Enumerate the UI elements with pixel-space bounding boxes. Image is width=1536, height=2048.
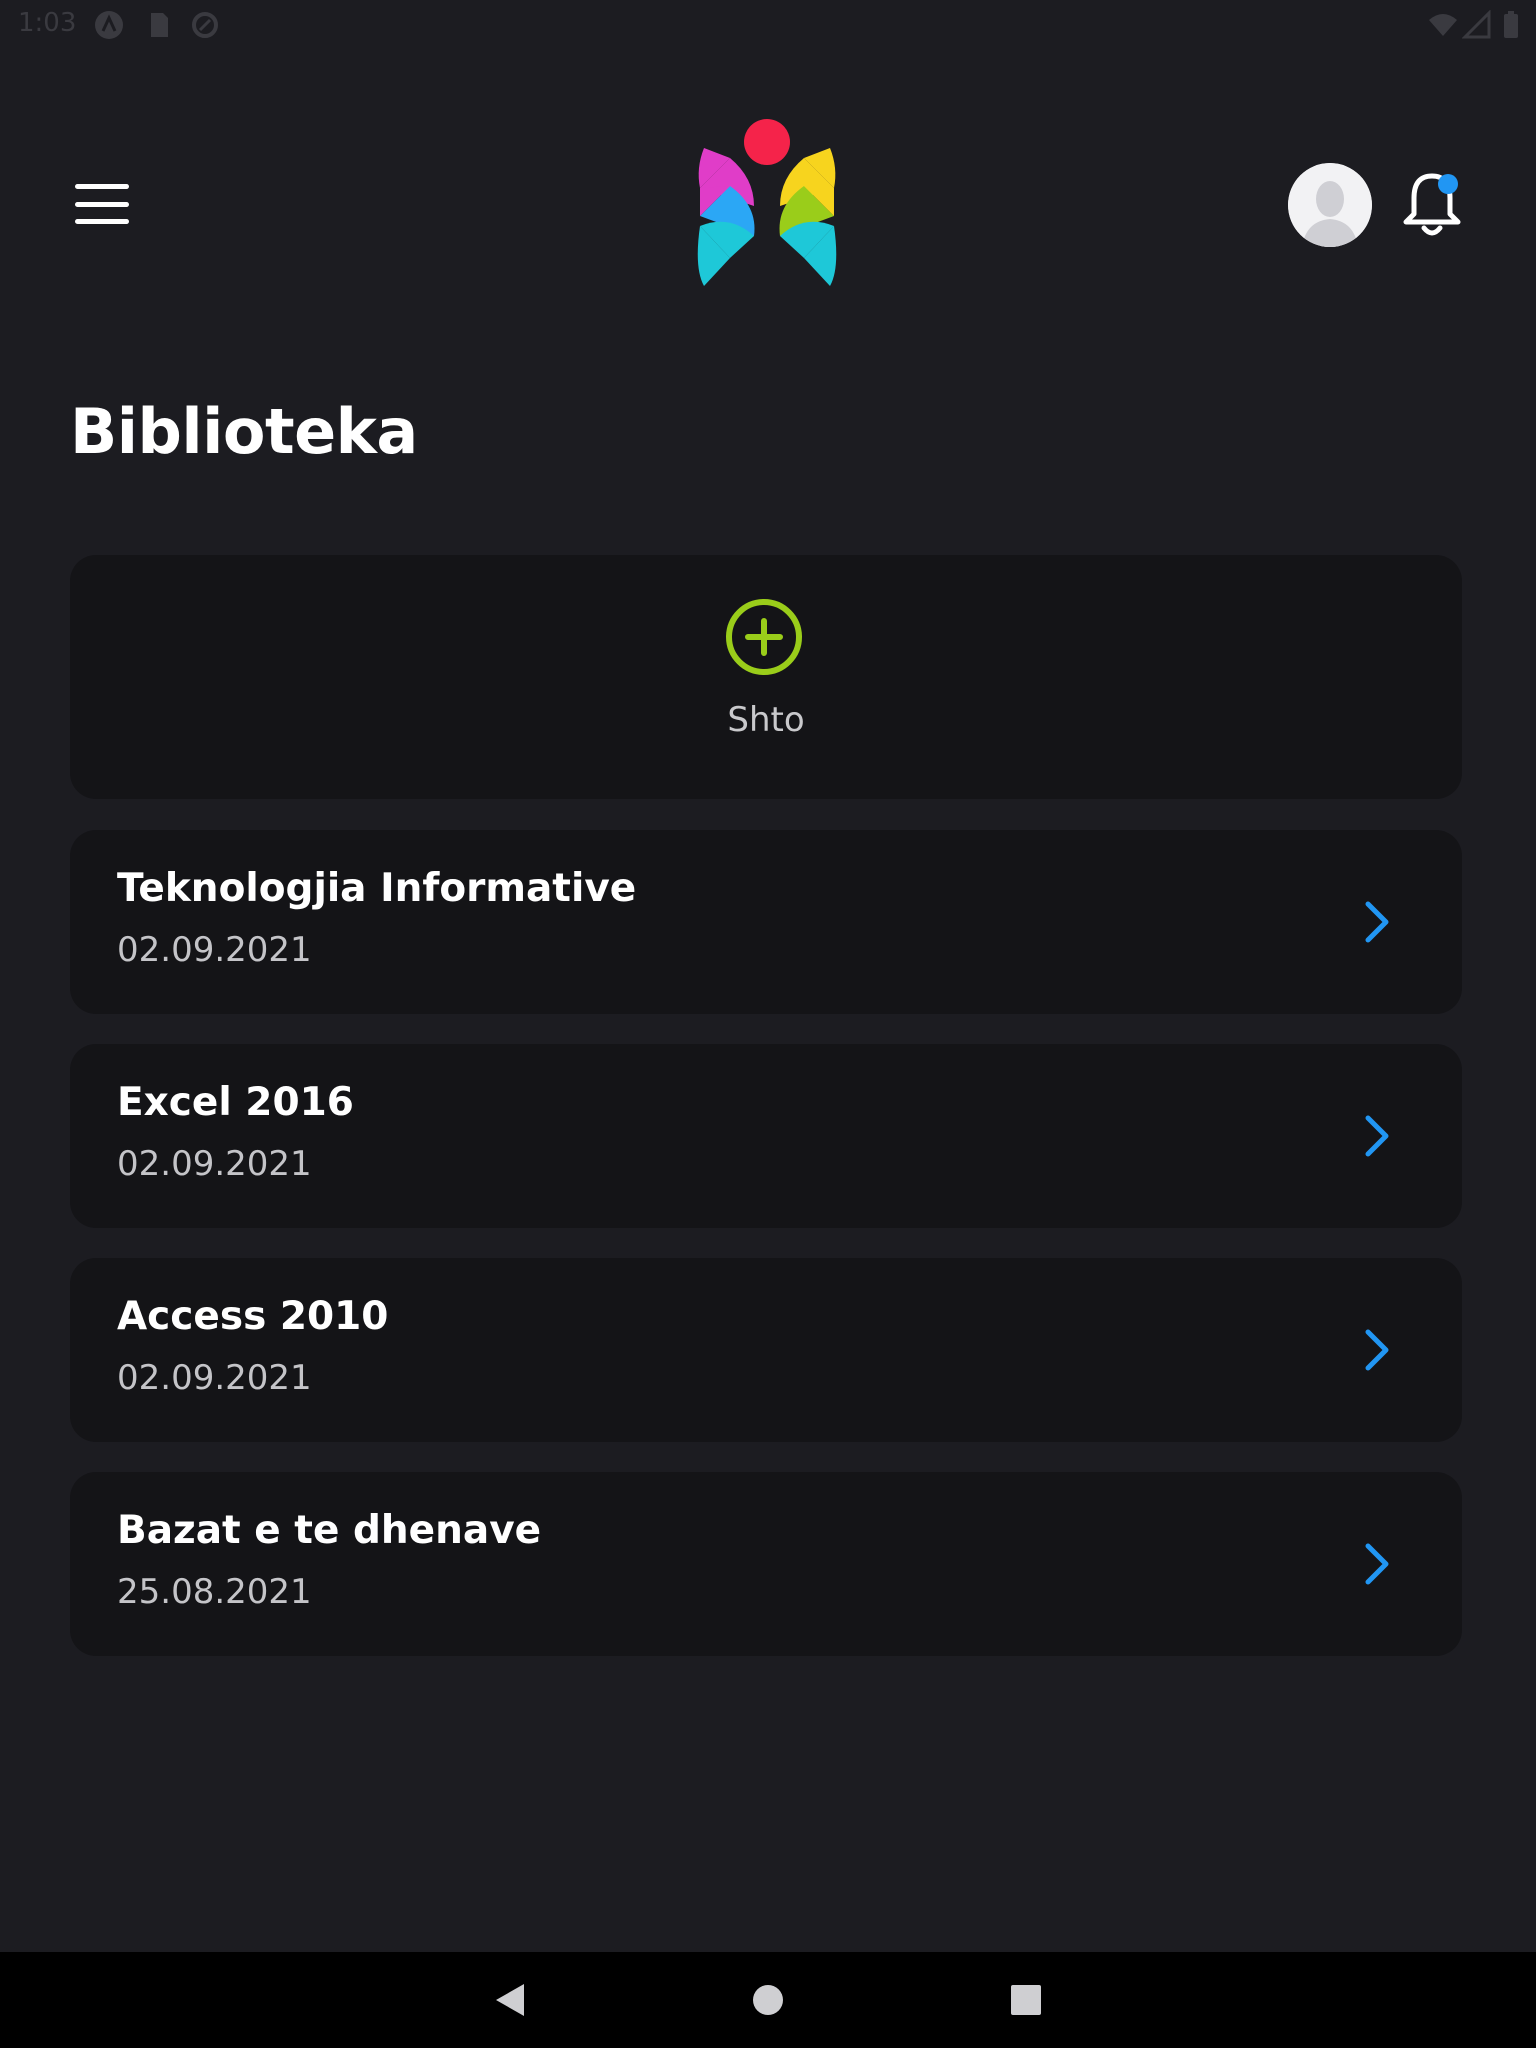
sync-icon bbox=[192, 12, 218, 38]
back-triangle-icon[interactable] bbox=[490, 1980, 530, 2020]
status-time: 1:03 bbox=[18, 8, 77, 38]
item-title: Bazat e te dhenave bbox=[117, 1508, 542, 1553]
library-list: Teknologjia Informative 02.09.2021 Excel… bbox=[70, 830, 1462, 1686]
notification-badge bbox=[1438, 174, 1458, 194]
menu-button[interactable] bbox=[66, 176, 138, 232]
hamburger-menu-icon-line bbox=[75, 184, 129, 189]
list-item[interactable]: Excel 2016 02.09.2021 bbox=[70, 1044, 1462, 1228]
user-avatar-icon bbox=[1288, 163, 1372, 247]
user-avatar-button[interactable] bbox=[1288, 163, 1372, 247]
item-title: Access 2010 bbox=[117, 1294, 389, 1339]
system-nav-bar bbox=[0, 1952, 1536, 2048]
hamburger-menu-icon-line bbox=[75, 219, 129, 224]
page-title: Biblioteka bbox=[70, 395, 418, 468]
item-title: Excel 2016 bbox=[117, 1080, 354, 1125]
item-title: Teknologjia Informative bbox=[117, 866, 637, 911]
sd-card-icon bbox=[151, 13, 168, 37]
recents-square-icon[interactable] bbox=[1006, 1980, 1046, 2020]
list-item[interactable]: Teknologjia Informative 02.09.2021 bbox=[70, 830, 1462, 1014]
wifi-icon bbox=[1429, 14, 1457, 36]
library-screen: 1:03 Biblioteka Shto Teknologjia Informa… bbox=[0, 0, 1536, 2048]
item-date: 02.09.2021 bbox=[117, 930, 312, 970]
chevron-right-icon bbox=[1365, 1329, 1389, 1371]
list-item[interactable]: Bazat e te dhenave 25.08.2021 bbox=[70, 1472, 1462, 1656]
signal-icon bbox=[1462, 10, 1491, 39]
home-circle-icon[interactable] bbox=[748, 1980, 788, 2020]
plus-circle-icon bbox=[726, 599, 802, 675]
add-button[interactable]: Shto bbox=[70, 555, 1462, 799]
chevron-right-icon bbox=[1365, 1115, 1389, 1157]
chevron-right-icon bbox=[1365, 901, 1389, 943]
notification-bell-button[interactable] bbox=[1400, 168, 1464, 240]
add-label: Shto bbox=[727, 700, 805, 740]
app-logo bbox=[697, 119, 837, 286]
item-date: 25.08.2021 bbox=[117, 1572, 312, 1612]
battery-icon bbox=[1504, 11, 1518, 38]
item-date: 02.09.2021 bbox=[117, 1144, 312, 1184]
hamburger-menu-icon-line bbox=[75, 201, 129, 207]
android-debug-icon bbox=[95, 11, 123, 39]
status-bar: 1:03 bbox=[0, 0, 1536, 48]
list-item[interactable]: Access 2010 02.09.2021 bbox=[70, 1258, 1462, 1442]
chevron-right-icon bbox=[1365, 1543, 1389, 1585]
item-date: 02.09.2021 bbox=[117, 1358, 312, 1398]
